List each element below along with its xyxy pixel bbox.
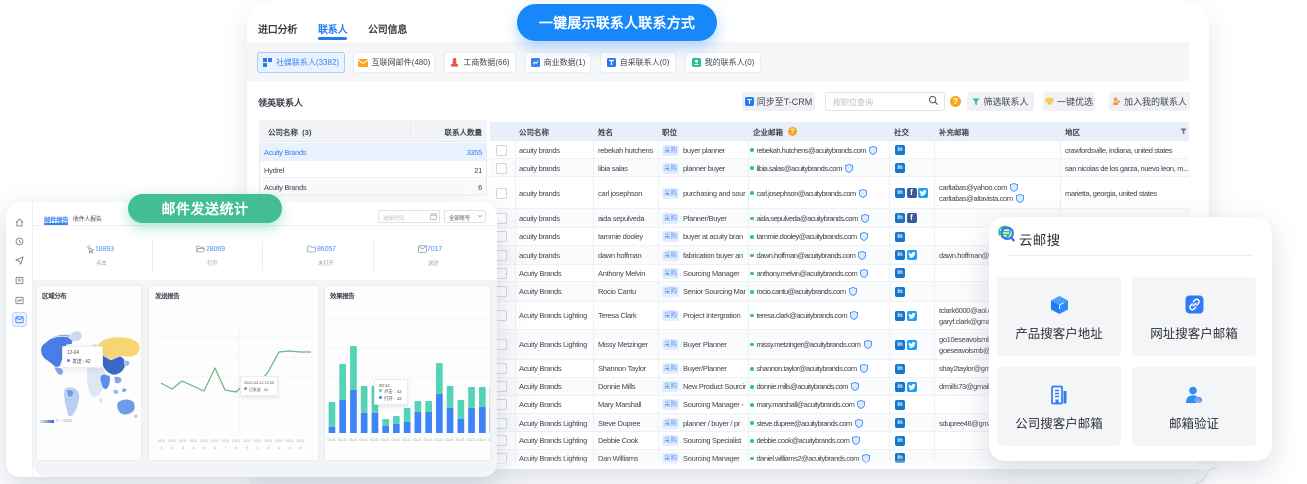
svg-text:@: @ — [1197, 398, 1202, 403]
